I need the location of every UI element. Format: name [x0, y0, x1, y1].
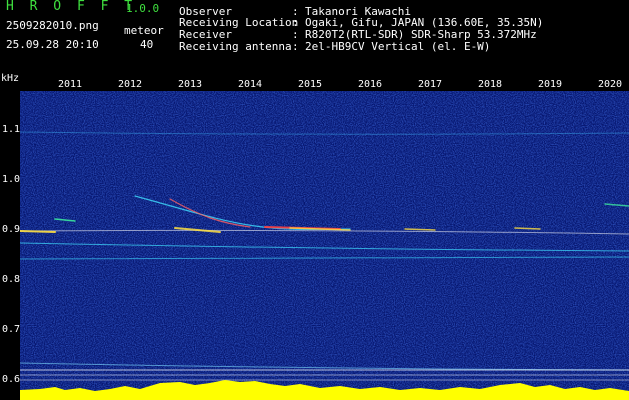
y-tick-label: 1.1 — [2, 124, 21, 135]
x-tick-label: 2016 — [358, 79, 383, 90]
x-tick-label: 2020 — [598, 79, 623, 90]
app-version: 1.0.0 — [126, 2, 160, 15]
x-tick-label: 2019 — [538, 79, 563, 90]
info-colon: : — [292, 40, 299, 53]
info-label-location: Receiving Location — [179, 16, 299, 29]
x-tick-label: 2013 — [178, 79, 203, 90]
info-label-antenna: Receiving antenna — [179, 40, 292, 53]
info-colon: : — [292, 28, 299, 41]
info-label-receiver: Receiver — [179, 28, 232, 41]
meteor-echo — [20, 230, 56, 233]
x-tick-label: 2014 — [238, 79, 263, 90]
y-axis-unit: kHz — [1, 73, 20, 84]
meteor-echo — [514, 227, 541, 230]
x-tick-label: 2017 — [418, 79, 443, 90]
info-value-receiver: R820T2(RTL-SDR) SDR-Sharp 53.372MHz — [305, 28, 537, 41]
info-value-antenna: 2el-HB9CV Vertical (el. E-W) — [305, 40, 491, 53]
image-filename: 2509282010.png — [6, 19, 99, 32]
meteor-echo — [404, 228, 436, 231]
y-tick-label: 0.7 — [2, 324, 21, 335]
x-tick-label: 2015 — [298, 79, 323, 90]
app-title: H R O F F T — [6, 0, 137, 14]
capture-datetime: 25.09.28 20:10 — [6, 38, 99, 51]
x-tick-label: 2012 — [118, 79, 143, 90]
x-tick-label: 2018 — [478, 79, 503, 90]
spectrogram-noise — [20, 91, 629, 400]
info-value-location: Ogaki, Gifu, JAPAN (136.60E, 35.35N) — [305, 16, 544, 29]
y-tick-label: 0.8 — [2, 274, 21, 285]
info-colon: : — [292, 16, 299, 29]
y-tick-label: 0.9 — [2, 224, 21, 235]
y-tick-label: 0.6 — [2, 374, 21, 385]
x-tick-label: 2011 — [58, 79, 83, 90]
spectrogram — [20, 91, 629, 400]
meteor-count: 40 — [140, 38, 154, 51]
y-tick-label: 1.0 — [2, 174, 21, 185]
meteor-label: meteor — [124, 24, 164, 37]
